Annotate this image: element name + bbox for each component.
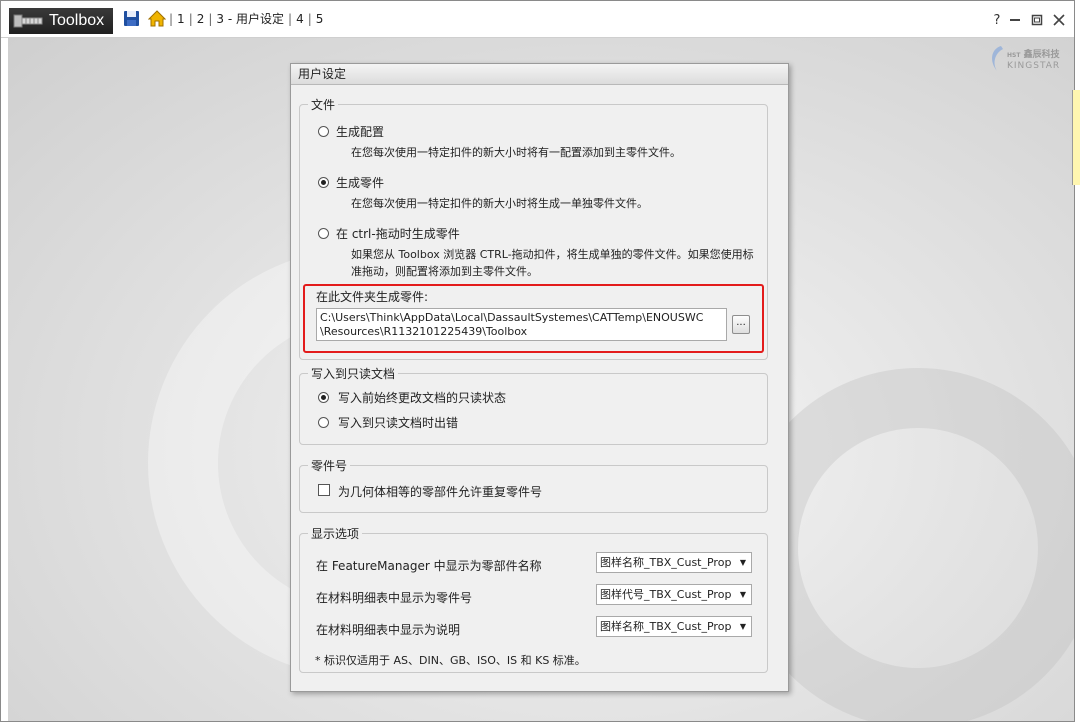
chevron-down-icon: ▼ xyxy=(739,590,746,599)
readonly-group-title: 写入到只读文档 xyxy=(308,365,399,382)
right-edge-panel xyxy=(1072,90,1080,185)
save-icon[interactable] xyxy=(123,10,140,27)
folder-path-input[interactable]: C:\Users\Think\AppData\Local\DassaultSys… xyxy=(316,308,727,341)
radio-generate-part[interactable] xyxy=(318,177,329,188)
top-toolbar: Toolbox | 1 | 2 | 3 - 用户设定 | 4 | 5 ? xyxy=(1,1,1074,38)
folder-label: 在此文件夹生成零件: xyxy=(316,290,429,304)
radio-generate-config[interactable] xyxy=(318,126,329,137)
radio-ctrl-drag-label[interactable]: 在 ctrl-拖动时生成零件 xyxy=(336,225,460,242)
display-bom-partno-label: 在材料明细表中显示为零件号 xyxy=(316,591,473,605)
display-bom-desc-select[interactable]: 图样名称_TBX_Cust_Prop ▼ xyxy=(596,616,752,637)
chevron-down-icon: ▼ xyxy=(739,622,746,631)
app-title: Toolbox xyxy=(49,12,105,29)
display-group-title: 显示选项 xyxy=(308,525,363,542)
allow-duplicate-partno-checkbox[interactable] xyxy=(318,484,330,496)
breadcrumb-step-1[interactable]: 1 xyxy=(176,12,186,26)
help-icon[interactable]: ? xyxy=(989,12,1005,28)
standards-note: * 标识仅适用于 AS、DIN、GB、ISO、IS 和 KS 标准。 xyxy=(315,654,586,667)
user-settings-dialog: 用户设定 文件 生成配置 在您每次使用一特定扣件的新大小时将有一配置添加到主零件… xyxy=(290,63,789,692)
toolbox-brand[interactable]: Toolbox xyxy=(9,8,113,34)
home-icon[interactable] xyxy=(148,10,166,27)
radio-change-readonly[interactable] xyxy=(318,392,329,403)
kingstar-logo: HST 鑫辰科技 KINGSTAR xyxy=(987,43,1071,77)
breadcrumb-step-2[interactable]: 2 xyxy=(196,12,206,26)
bolt-icon xyxy=(13,14,43,28)
browse-button[interactable]: ... xyxy=(732,315,750,334)
file-group-title: 文件 xyxy=(308,96,339,113)
radio-generate-config-label[interactable]: 生成配置 xyxy=(336,123,384,140)
dialog-title: 用户设定 xyxy=(291,64,788,85)
ctrl-drag-desc: 如果您从 Toolbox 浏览器 CTRL-拖动扣件，将生成单独的零件文件。如果… xyxy=(351,248,754,278)
restore-icon[interactable] xyxy=(1029,12,1045,28)
display-featuremanager-select[interactable]: 图样名称_TBX_Cust_Prop ▼ xyxy=(596,552,752,573)
allow-duplicate-partno-label[interactable]: 为几何体相等的零部件允许重复零件号 xyxy=(338,483,542,500)
close-icon[interactable] xyxy=(1051,12,1067,28)
radio-ctrl-drag[interactable] xyxy=(318,228,329,239)
radio-change-readonly-label[interactable]: 写入前始终更改文档的只读状态 xyxy=(338,389,506,406)
breadcrumb: | 1 | 2 | 3 - 用户设定 | 4 | 5 xyxy=(123,10,324,27)
generate-config-desc: 在您每次使用一特定扣件的新大小时将有一配置添加到主零件文件。 xyxy=(351,146,681,159)
generate-part-desc: 在您每次使用一特定扣件的新大小时将生成一单独零件文件。 xyxy=(351,197,648,210)
breadcrumb-step-3[interactable]: 3 - 用户设定 xyxy=(215,10,285,27)
display-featuremanager-label: 在 FeatureManager 中显示为零部件名称 xyxy=(316,559,542,573)
radio-readonly-error-label[interactable]: 写入到只读文档时出错 xyxy=(338,414,458,431)
readonly-group: 写入到只读文档 xyxy=(299,365,768,445)
display-bom-desc-label: 在材料明细表中显示为说明 xyxy=(316,623,461,637)
display-bom-partno-select[interactable]: 图样代号_TBX_Cust_Prop ▼ xyxy=(596,584,752,605)
breadcrumb-step-4[interactable]: 4 xyxy=(295,12,305,26)
minimize-icon[interactable] xyxy=(1007,12,1023,28)
radio-readonly-error[interactable] xyxy=(318,417,329,428)
chevron-down-icon: ▼ xyxy=(739,558,746,567)
partno-group-title: 零件号 xyxy=(308,457,351,474)
breadcrumb-step-5[interactable]: 5 xyxy=(315,12,325,26)
radio-generate-part-label[interactable]: 生成零件 xyxy=(336,174,384,191)
